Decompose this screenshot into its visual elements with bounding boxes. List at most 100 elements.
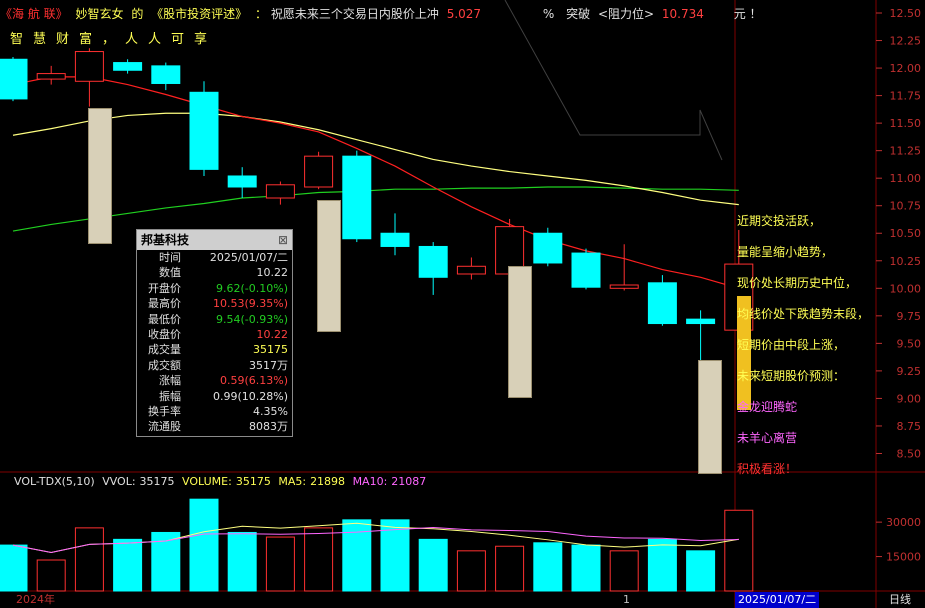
- panel-row-key: 成交量: [148, 343, 181, 357]
- volume-indicator-header[interactable]: VOL-TDX(5,10) VVOL: 35175 VOLUME: 35175 MA…: [0, 473, 426, 491]
- candle-body: [418, 245, 448, 278]
- price-tick-label: 10.25: [890, 255, 922, 268]
- volume-bar: [456, 550, 486, 592]
- panel-row-value: 35175: [253, 343, 288, 357]
- candle: [571, 248, 601, 290]
- candle: [533, 227, 563, 267]
- calligraphy-stamp-4: [698, 360, 722, 474]
- candle: [342, 150, 372, 243]
- volume-bar: [0, 544, 28, 592]
- candle: [304, 151, 334, 190]
- de-label: 的: [131, 7, 144, 21]
- analysis-note: 未羊心离营: [737, 431, 798, 445]
- candle-body: [647, 282, 677, 325]
- wish-value: 5.027: [446, 7, 482, 21]
- ma5-value: 21898: [310, 475, 346, 488]
- price-tick-label: 9.50: [897, 337, 922, 350]
- candle: [647, 275, 677, 326]
- ma-yellow-line: [12, 112, 739, 206]
- volume-bar: [36, 559, 66, 592]
- candle-body: [380, 232, 410, 247]
- candle-body: [151, 65, 181, 84]
- price-tick-label: 9.00: [897, 392, 922, 405]
- volume-bar: [74, 527, 104, 592]
- volume-tick-label: 30000: [886, 516, 921, 529]
- ma-red-line: [12, 76, 739, 289]
- volume-bar: [265, 536, 295, 592]
- panel-row-value: 0.59(6.13%): [219, 374, 288, 388]
- data-info-panel: 邦基科技 ⊠ 时间 2025/01/07/二 数值 10.22 开盘价 9.62(-0.1…: [136, 229, 293, 437]
- ma-green-line: [12, 186, 739, 232]
- moving-average-lines: [12, 76, 739, 289]
- panel-row-key: 换手率: [148, 404, 181, 418]
- panel-title[interactable]: 邦基科技 ⊠: [137, 230, 292, 250]
- price-tick-label: 8.75: [897, 420, 922, 433]
- brand-label: 《海 航 联》: [0, 7, 68, 21]
- resistance-value: 10.734: [661, 7, 704, 21]
- price-tick-label: 9.75: [897, 310, 922, 323]
- candle-body: [189, 91, 219, 170]
- volume-bar: [304, 527, 334, 592]
- panel-row: 流通股 8083万: [137, 419, 292, 434]
- ma10-value: 21087: [391, 475, 427, 488]
- candle-body: [571, 252, 601, 288]
- panel-row-key: 振幅: [159, 389, 181, 403]
- panel-row-key: 收盘价: [148, 327, 181, 341]
- candle: [113, 59, 143, 74]
- panel-row-key: 数值: [159, 266, 181, 280]
- price-tick-label: 10.50: [890, 227, 922, 240]
- panel-row: 涨幅 0.59(6.13%): [137, 373, 292, 388]
- panel-row-key: 开盘价: [148, 281, 181, 295]
- volume-bar: [495, 545, 525, 592]
- volume-bar: [571, 544, 601, 592]
- trend-line: [504, 0, 723, 161]
- panel-row-value: 10.53(9.35%): [212, 297, 288, 311]
- price-tick-label: 12.50: [890, 7, 922, 20]
- panel-row: 收盘价 10.22: [137, 327, 292, 342]
- x-axis-mid-label: 1: [623, 593, 630, 606]
- candle: [609, 244, 639, 291]
- candle: [189, 81, 219, 176]
- panel-row-key: 涨幅: [159, 374, 181, 388]
- close-icon[interactable]: ⊠: [278, 230, 288, 250]
- price-tick-label: 11.50: [890, 117, 922, 130]
- panel-row: 成交量 35175: [137, 342, 292, 357]
- price-tick-label: 8.50: [897, 447, 922, 460]
- panel-row: 换手率 4.35%: [137, 404, 292, 419]
- volume-bars: [0, 498, 754, 592]
- analysis-note: 未来短期股价预测：: [737, 369, 846, 383]
- chart-header: 《海 航 联》 妙智玄女 的 《股市投资评述》 ： 祝愿未来三个交易日内股价上冲…: [0, 4, 766, 24]
- period-selector[interactable]: 日线: [889, 592, 911, 608]
- calligraphy-stamp-1: [88, 108, 112, 244]
- panel-row-key: 时间: [159, 251, 181, 264]
- analysis-note: 近期交投活跃，: [737, 214, 822, 228]
- candle-body: [265, 184, 295, 199]
- analysis-note: 金龙迎腾蛇: [737, 400, 798, 414]
- analysis-note: 量能呈缩小趋势，: [737, 245, 834, 259]
- volume-tick-label: 15000: [886, 551, 921, 564]
- resistance-label: <阻力位>: [597, 7, 655, 21]
- volume-bar: [724, 509, 754, 592]
- indicator-name: VOL-TDX(5,10): [14, 475, 95, 488]
- panel-row-value: 2025/01/07/二: [209, 251, 288, 264]
- price-tick-label: 11.75: [890, 90, 922, 103]
- candle-body: [609, 284, 639, 289]
- price-tick-label: 10.00: [890, 282, 922, 295]
- candle-body: [304, 155, 334, 188]
- percent-label: %: [542, 7, 555, 21]
- panel-row-value: 9.54(-0.93%): [216, 312, 288, 326]
- panel-row-key: 最低价: [148, 312, 181, 326]
- panel-row: 时间 2025/01/07/二: [137, 250, 292, 265]
- ma5-label: MA5:: [278, 475, 307, 488]
- ma10-label: MA10:: [352, 475, 388, 488]
- candlestick-series: [0, 48, 754, 380]
- author-label: 妙智玄女: [75, 7, 124, 21]
- candle: [36, 65, 66, 85]
- panel-title-text: 邦基科技: [141, 233, 190, 247]
- panel-row-key: 成交额: [148, 358, 181, 372]
- volume-bar: [647, 538, 677, 592]
- panel-row: 数值 10.22: [137, 265, 292, 280]
- candle-body: [686, 318, 716, 325]
- volume-bar: [342, 519, 372, 592]
- volume-label: VOLUME:: [182, 475, 232, 488]
